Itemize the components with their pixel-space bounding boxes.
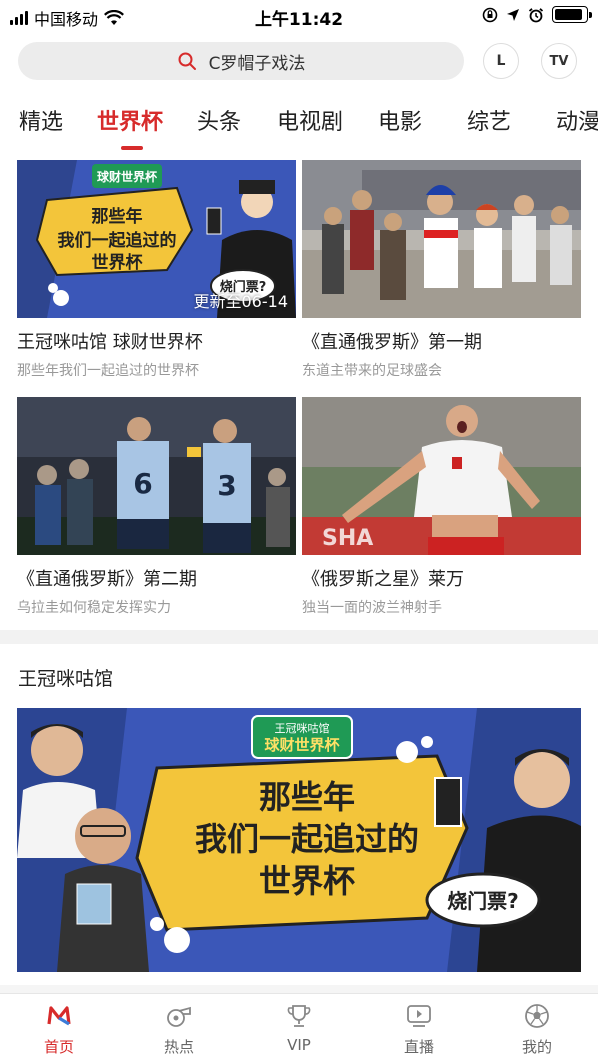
search-bar[interactable]: C罗帽子戏法 — [18, 42, 464, 80]
video-card[interactable]: SHA 《俄罗斯之星》莱万 独当一面的波兰神射手 — [302, 397, 581, 617]
card-subtitle: 乌拉圭如何稳定发挥实力 — [17, 600, 171, 616]
nav-mine-label: 我的 — [521, 1038, 552, 1056]
card-subtitle: 东道主带来的足球盛会 — [302, 363, 442, 379]
bottom-divider — [0, 985, 598, 993]
video-thumbnail[interactable]: SHA — [302, 397, 581, 555]
svg-text:6: 6 — [133, 467, 152, 500]
tab-movies[interactable]: 电影 — [378, 104, 422, 136]
video-card[interactable]: 《直通俄罗斯》第一期 东道主带来的足球盛会 — [302, 160, 581, 380]
nav-live-label: 直播 — [403, 1038, 434, 1056]
history-button[interactable]: L — [483, 43, 519, 79]
trophy-icon — [287, 1005, 311, 1027]
poster-line2: 我们一起追过的 — [58, 230, 177, 251]
card-subtitle: 那些年我们一起追过的世界杯 — [17, 363, 199, 379]
status-right — [482, 6, 592, 23]
poster-line1: 那些年 — [92, 206, 143, 227]
card-subtitle: 独当一面的波兰神射手 — [302, 600, 442, 616]
card-title: 《直通俄罗斯》第一期 — [302, 332, 482, 353]
banner-logo-main: 球财世界杯 — [264, 736, 340, 754]
history-button-label: L — [496, 53, 506, 69]
section-title[interactable]: 王冠咪咕馆 — [18, 664, 113, 691]
whistle-icon — [167, 1006, 191, 1027]
category-tabs: 精选 世界杯 头条 电视剧 电影 综艺 动漫 — [0, 104, 598, 150]
search-icon — [178, 52, 196, 70]
tv-button-label: TV — [549, 53, 569, 69]
video-thumbnail[interactable] — [302, 160, 581, 318]
banner-line1: 那些年 — [259, 778, 355, 816]
video-card[interactable]: 球财世界杯 那些年 我们一起追过的 世界杯 烧门票? 更新至06-14 王冠咪咕… — [17, 160, 296, 380]
migu-logo-icon — [47, 1006, 71, 1026]
update-badge: 更新至06-14 — [193, 292, 289, 311]
alarm-icon — [528, 7, 544, 22]
lewandowski-image: SHA — [302, 397, 581, 555]
battery-icon — [552, 6, 592, 23]
nav-hot-label: 热点 — [163, 1038, 194, 1056]
orientation-lock-icon — [482, 7, 498, 22]
video-thumbnail[interactable]: 6 3 — [17, 397, 296, 555]
tab-jingxuan[interactable]: 精选 — [19, 104, 63, 136]
tab-variety[interactable]: 综艺 — [467, 104, 511, 136]
card-title: 王冠咪咕馆 球财世界杯 — [17, 332, 203, 353]
svg-text:SHA: SHA — [322, 526, 373, 551]
active-tab-indicator — [121, 146, 143, 150]
nav-vip-label: VIP — [287, 1036, 311, 1054]
tab-toutiao[interactable]: 头条 — [197, 104, 241, 136]
tab-world-cup[interactable]: 世界杯 — [97, 104, 163, 136]
svg-text:3: 3 — [217, 469, 236, 502]
banner-bubble: 烧门票? — [447, 889, 519, 913]
video-thumbnail[interactable]: 球财世界杯 那些年 我们一起追过的 世界杯 烧门票? 更新至06-14 — [17, 160, 296, 318]
nav-mine[interactable]: 我的 — [497, 1002, 577, 1057]
nav-vip[interactable]: VIP — [259, 1002, 339, 1054]
search-row: C罗帽子戏法 L TV — [18, 42, 580, 80]
nav-hot[interactable]: 热点 — [139, 1002, 219, 1057]
card-title: 《直通俄罗斯》第二期 — [17, 569, 197, 590]
nav-home-label: 首页 — [43, 1038, 74, 1056]
section-divider — [0, 630, 598, 644]
location-icon — [507, 8, 519, 21]
nav-live[interactable]: 直播 — [379, 1002, 459, 1057]
football-icon — [525, 1004, 549, 1028]
fans-photo-image — [302, 160, 581, 318]
featured-banner[interactable]: 王冠咪咕馆 球财世界杯 那些年 我们一起追过的 世界杯 烧门票? — [17, 708, 581, 972]
tab-tv-series[interactable]: 电视剧 — [277, 104, 343, 136]
banner-logo-top: 王冠咪咕馆 — [275, 721, 330, 735]
uruguay-players-image: 6 3 — [17, 397, 296, 555]
tab-anime[interactable]: 动漫 — [556, 104, 598, 136]
video-card[interactable]: 6 3 《直通俄罗斯》第二期 乌拉圭如何稳定发挥实力 — [17, 397, 296, 617]
poster-line3: 世界杯 — [92, 252, 143, 273]
play-screen-icon — [407, 1005, 431, 1027]
featured-poster-image: 王冠咪咕馆 球财世界杯 那些年 我们一起追过的 世界杯 烧门票? — [17, 708, 581, 972]
status-bar: 中国移动 上午11:42 — [0, 0, 598, 32]
svg-text:球财世界杯: 球财世界杯 — [97, 169, 158, 184]
tv-button[interactable]: TV — [541, 43, 577, 79]
banner-line3: 世界杯 — [259, 862, 355, 900]
card-title: 《俄罗斯之星》莱万 — [302, 569, 464, 590]
nav-home[interactable]: 首页 — [19, 1002, 99, 1057]
search-query: C罗帽子戏法 — [208, 53, 306, 74]
banner-line2: 我们一起追过的 — [195, 820, 419, 858]
bottom-navigation: 首页 热点 VIP 直播 我的 — [0, 993, 598, 1064]
